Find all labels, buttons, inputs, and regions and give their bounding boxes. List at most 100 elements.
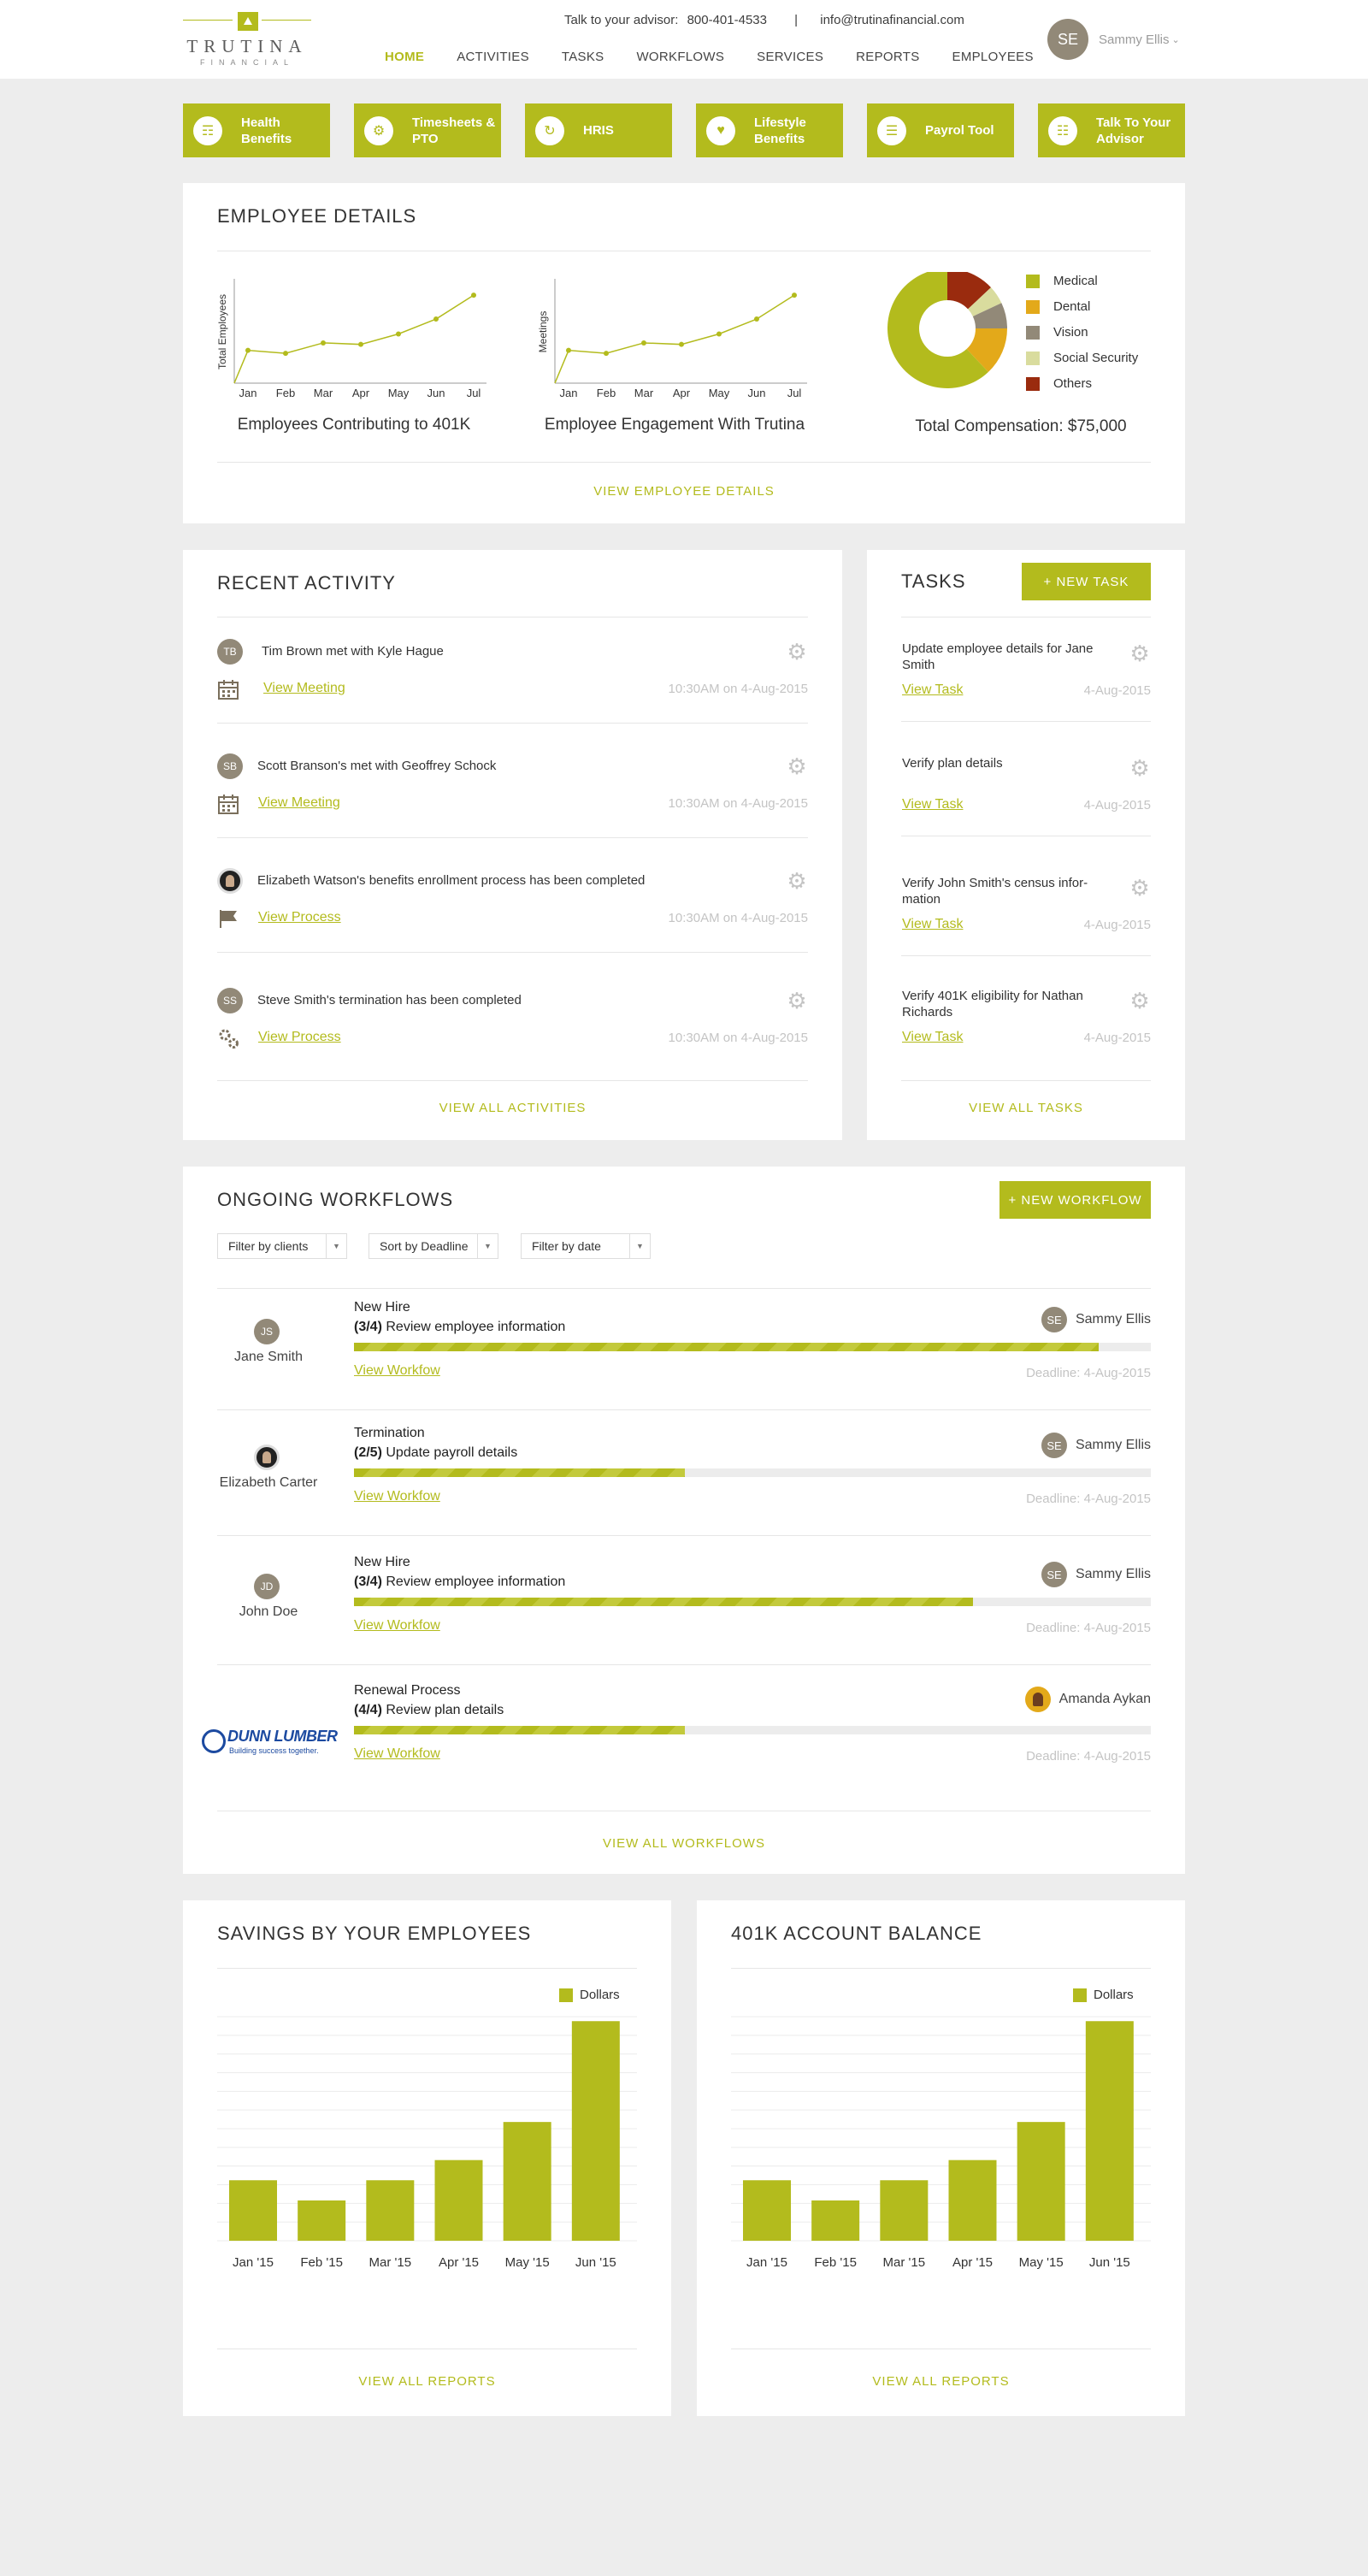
task-link[interactable]: View Task [902, 917, 963, 932]
workflow-assignee[interactable]: Amanda Aykan [1024, 1687, 1151, 1712]
quick-link-4[interactable]: ☰ Payrol Tool [867, 103, 1014, 157]
gear-icon[interactable]: ⚙ [1129, 642, 1151, 665]
workflow-step-label: Review plan details [386, 1703, 504, 1717]
assignee-name[interactable]: Amanda Aykan [1059, 1692, 1151, 1707]
filter-by-date[interactable]: Filter by date ▼ [521, 1233, 651, 1259]
assignee-name[interactable]: Sammy Ellis [1076, 1438, 1151, 1453]
gear-icon[interactable]: ⚙ [786, 755, 808, 777]
activity-avatar-photo[interactable] [217, 868, 243, 894]
view-all-reports-link[interactable]: VIEW ALL REPORTS [183, 2374, 671, 2389]
quick-link-0[interactable]: ☶ Health Benefits [183, 103, 330, 157]
view-all-activities-link[interactable]: VIEW ALL ACTIVITIES [183, 1101, 842, 1115]
user-menu[interactable]: SE Sammy Ellis ⌄ [1047, 19, 1180, 60]
x-tick-label: Feb '15 [814, 2255, 857, 2270]
assignee-name[interactable]: Sammy Ellis [1076, 1567, 1151, 1582]
activity-link[interactable]: View Meeting [263, 681, 345, 696]
quick-link-2[interactable]: ↻ HRIS [525, 103, 672, 157]
x-tick-label: Mar '15 [369, 2255, 412, 2270]
bar-chart-savings: Jan '15 Feb '15 Mar '15 Apr '15 May '15 Jun '… [217, 2016, 637, 2270]
assignee-avatar[interactable]: SE [1041, 1433, 1067, 1458]
sort-by-deadline[interactable]: Sort by Deadline ▼ [369, 1233, 498, 1259]
assignee-avatar[interactable]: SE [1041, 1307, 1067, 1332]
workflow-assignee[interactable]: SE Sammy Ellis [1041, 1307, 1151, 1332]
workflow-assignee[interactable]: SE Sammy Ellis [1041, 1433, 1151, 1458]
gear-icon[interactable]: ⚙ [786, 990, 808, 1012]
bar-chart-account-balance: Jan '15 Feb '15 Mar '15 Apr '15 May '15 Jun '… [731, 2016, 1151, 2270]
divider [901, 721, 1151, 722]
activity-avatar[interactable]: SB [217, 753, 243, 779]
x-tick-label: Mar [314, 387, 333, 399]
chart-caption-401k: Employees Contributing to 401K [237, 416, 471, 434]
workflow-link[interactable]: View Workfow [354, 1363, 440, 1379]
workflow-person-avatar[interactable]: JD [254, 1574, 280, 1599]
workflow-deadline: Deadline: 4-Aug-2015 [1026, 1366, 1151, 1380]
new-task-button[interactable]: + NEW TASK [1022, 563, 1151, 600]
nav-employees[interactable]: EMPLOYEES [952, 50, 1034, 64]
workflow-link[interactable]: View Workfow [354, 1746, 440, 1762]
advisor-label: Talk to your advisor: [564, 13, 679, 27]
assignee-photo[interactable] [1024, 1687, 1051, 1712]
divider [901, 955, 1151, 956]
x-tick-label: Apr [673, 387, 691, 399]
data-point [245, 347, 251, 353]
task-link[interactable]: View Task [902, 797, 963, 812]
quick-link-1[interactable]: ⚙ Timesheets & PTO [354, 103, 501, 157]
activity-avatar[interactable]: TB [217, 639, 243, 665]
trutina-logo[interactable]: TRUTINA FINANCIAL [183, 9, 311, 70]
nav-services[interactable]: SERVICES [757, 50, 823, 64]
quick-links: ☶ Health Benefits ⚙ Timesheets & PTO ↻ HRIS ♥ L… [183, 103, 1185, 157]
client-logo-tagline: Building success together. [229, 1746, 319, 1755]
workflow-person-name[interactable]: John Doe [183, 1604, 354, 1620]
assignee-avatar[interactable]: SE [1041, 1562, 1067, 1587]
workflow-link[interactable]: View Workfow [354, 1618, 440, 1634]
gear-icon[interactable]: ⚙ [1129, 757, 1151, 779]
quick-link-3[interactable]: ♥ Lifestyle Benefits [696, 103, 843, 157]
task-link[interactable]: View Task [902, 682, 963, 698]
nav-workflows[interactable]: WORKFLOWS [636, 50, 724, 64]
x-tick-label: Apr [352, 387, 370, 399]
activity-link[interactable]: View Meeting [258, 795, 340, 811]
caret-down-icon[interactable]: ▼ [629, 1234, 650, 1258]
gear-icon[interactable]: ⚙ [1129, 877, 1151, 899]
advisor-phone[interactable]: 800-401-4533 [687, 13, 767, 27]
gear-icon[interactable]: ⚙ [786, 870, 808, 892]
user-avatar[interactable]: SE [1047, 19, 1088, 60]
workflow-link[interactable]: View Workfow [354, 1489, 440, 1504]
view-all-workflows-link[interactable]: VIEW ALL WORKFLOWS [183, 1836, 1185, 1851]
activity-avatar[interactable]: SS [217, 988, 243, 1013]
chevron-down-icon[interactable]: ⌄ [1172, 34, 1180, 45]
legend-swatch [1026, 351, 1040, 365]
user-name[interactable]: Sammy Ellis [1099, 32, 1170, 47]
gear-icon[interactable]: ⚙ [1129, 990, 1151, 1012]
caret-down-icon[interactable]: ▼ [326, 1234, 346, 1258]
caret-down-icon[interactable]: ▼ [477, 1234, 498, 1258]
workflow-person-name[interactable]: Jane Smith [183, 1350, 354, 1365]
nav-activities[interactable]: ACTIVITIES [457, 50, 529, 64]
workflow-assignee[interactable]: SE Sammy Ellis [1041, 1562, 1151, 1587]
activity-link[interactable]: View Process [258, 910, 341, 925]
filter-by-clients[interactable]: Filter by clients ▼ [217, 1233, 347, 1259]
quick-link-5[interactable]: ☷ Talk To Your Advisor [1038, 103, 1185, 157]
view-employee-details-link[interactable]: VIEW EMPLOYEE DETAILS [183, 484, 1185, 499]
employee-details-title: EMPLOYEE DETAILS [217, 205, 417, 227]
view-all-tasks-link[interactable]: VIEW ALL TASKS [867, 1101, 1185, 1115]
gear-icon[interactable]: ⚙ [786, 641, 808, 663]
data-point [433, 316, 439, 322]
activity-timestamp: 10:30AM on 4-Aug-2015 [668, 911, 808, 925]
contact-bar: Talk to your advisor: 800-401-4533 | inf… [564, 13, 970, 27]
task-text: Verify plan details [902, 756, 1003, 771]
activity-link[interactable]: View Process [258, 1030, 341, 1045]
divider [731, 1968, 1151, 1969]
workflow-person-avatar[interactable]: JS [254, 1319, 280, 1344]
advisor-email[interactable]: info@trutinafinancial.com [820, 13, 964, 27]
new-workflow-button[interactable]: + NEW WORKFLOW [999, 1181, 1151, 1219]
nav-tasks[interactable]: TASKS [562, 50, 604, 64]
nav-reports[interactable]: REPORTS [856, 50, 919, 64]
assignee-name[interactable]: Sammy Ellis [1076, 1312, 1151, 1327]
workflow-person-name[interactable]: Elizabeth Carter [183, 1475, 354, 1491]
workflow-person-photo[interactable] [254, 1445, 280, 1470]
view-all-reports-link[interactable]: VIEW ALL REPORTS [697, 2374, 1185, 2389]
task-link[interactable]: View Task [902, 1030, 963, 1045]
savings-title: SAVINGS BY YOUR EMPLOYEES [217, 1923, 532, 1944]
nav-home[interactable]: HOME [385, 50, 424, 64]
